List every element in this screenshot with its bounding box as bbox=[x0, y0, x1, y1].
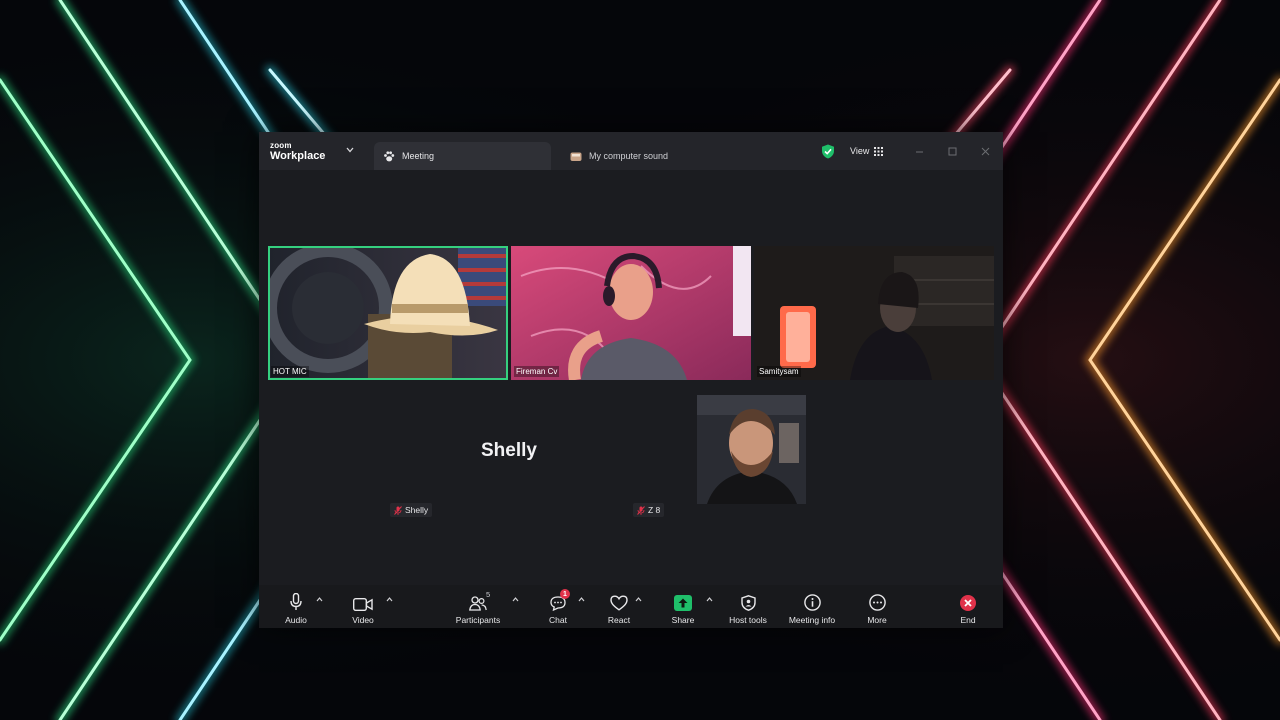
video-tile-samitysam[interactable]: Samitysam bbox=[754, 246, 994, 380]
meeting-toolbar: Audio Video 5 Participants 1 Chat React … bbox=[259, 585, 1003, 628]
participant-label-z8: Z 8 bbox=[633, 503, 665, 517]
more-icon bbox=[868, 594, 886, 611]
microphone-icon bbox=[290, 593, 302, 610]
more-button[interactable]: More bbox=[847, 592, 907, 625]
audio-app-icon bbox=[570, 152, 582, 161]
video-camera-icon bbox=[353, 598, 373, 611]
close-icon bbox=[981, 147, 989, 155]
meeting-info-button[interactable]: Meeting info bbox=[782, 592, 842, 625]
video-tile-z8[interactable] bbox=[697, 395, 806, 504]
participant-label-shelly: Shelly bbox=[390, 503, 433, 517]
participant-video bbox=[754, 246, 994, 380]
participants-count: 5 bbox=[486, 590, 491, 599]
participants-button[interactable]: 5 Participants bbox=[448, 590, 508, 625]
participant-video bbox=[268, 246, 508, 380]
chevron-up-icon[interactable] bbox=[386, 597, 393, 602]
chevron-up-icon[interactable] bbox=[706, 597, 713, 602]
zoom-brand[interactable]: zoom Workplace bbox=[270, 142, 325, 162]
zoom-window: zoom Workplace Meeting My computer sound bbox=[259, 132, 1003, 628]
participant-name: Shelly bbox=[405, 505, 429, 515]
participant-video bbox=[697, 395, 806, 504]
chat-label: Chat bbox=[549, 615, 567, 625]
end-call-icon bbox=[960, 595, 976, 611]
audio-label: Audio bbox=[285, 615, 307, 625]
chat-badge: 1 bbox=[560, 589, 570, 599]
close-button[interactable] bbox=[977, 143, 993, 159]
share-label: Share bbox=[671, 615, 695, 625]
shield-icon bbox=[740, 595, 756, 611]
brand-zoom-text: zoom bbox=[270, 141, 292, 150]
grid-icon bbox=[874, 146, 884, 156]
video-label: Video bbox=[352, 615, 374, 625]
more-label: More bbox=[867, 615, 887, 625]
share-button[interactable]: Share bbox=[653, 592, 713, 625]
participant-name: Fireman Cv bbox=[514, 366, 560, 377]
video-tile-hot-mic[interactable]: HOT MIC bbox=[268, 246, 508, 380]
host-tools-label: Host tools bbox=[729, 615, 767, 625]
title-bar: zoom Workplace Meeting My computer sound bbox=[259, 132, 1003, 170]
brand-workplace-text: Workplace bbox=[270, 150, 326, 162]
participants-icon bbox=[469, 596, 487, 611]
end-label: End bbox=[960, 615, 976, 625]
minimize-icon bbox=[915, 151, 923, 152]
tab-sound-label: My computer sound bbox=[589, 151, 669, 161]
chevron-up-icon[interactable] bbox=[635, 597, 642, 602]
tab-meeting-label: Meeting bbox=[402, 151, 435, 161]
video-tile-fireman-cv[interactable]: Fireman Cv bbox=[511, 246, 751, 380]
minimize-button[interactable] bbox=[911, 143, 927, 159]
chevron-up-icon[interactable] bbox=[512, 597, 519, 602]
chevron-down-icon[interactable] bbox=[346, 147, 354, 153]
participant-name: Z 8 bbox=[648, 505, 661, 515]
view-label: View bbox=[850, 146, 870, 156]
mic-muted-icon bbox=[637, 505, 645, 515]
share-screen-icon bbox=[674, 595, 692, 611]
mic-muted-icon bbox=[394, 505, 402, 515]
participants-label: Participants bbox=[455, 615, 501, 625]
tab-meeting[interactable]: Meeting bbox=[374, 142, 551, 170]
participant-video bbox=[511, 246, 751, 380]
heart-icon bbox=[610, 595, 628, 611]
react-label: React bbox=[607, 615, 631, 625]
view-button[interactable]: View bbox=[850, 146, 884, 156]
participant-name-large: Shelly bbox=[481, 440, 537, 461]
info-icon bbox=[803, 594, 821, 611]
shield-check-icon[interactable] bbox=[821, 144, 835, 159]
participant-name: HOT MIC bbox=[271, 366, 309, 377]
host-tools-button[interactable]: Host tools bbox=[718, 592, 778, 625]
chevron-up-icon[interactable] bbox=[316, 597, 323, 602]
video-button[interactable]: Video bbox=[333, 592, 393, 625]
paw-icon bbox=[384, 150, 395, 161]
maximize-button[interactable] bbox=[944, 143, 960, 159]
tab-my-computer-sound[interactable]: My computer sound bbox=[562, 142, 732, 170]
maximize-icon bbox=[948, 147, 956, 155]
participant-name: Samitysam bbox=[757, 366, 801, 377]
meeting-info-label: Meeting info bbox=[788, 615, 836, 625]
end-button[interactable]: End bbox=[938, 592, 998, 625]
chevron-up-icon[interactable] bbox=[578, 597, 585, 602]
